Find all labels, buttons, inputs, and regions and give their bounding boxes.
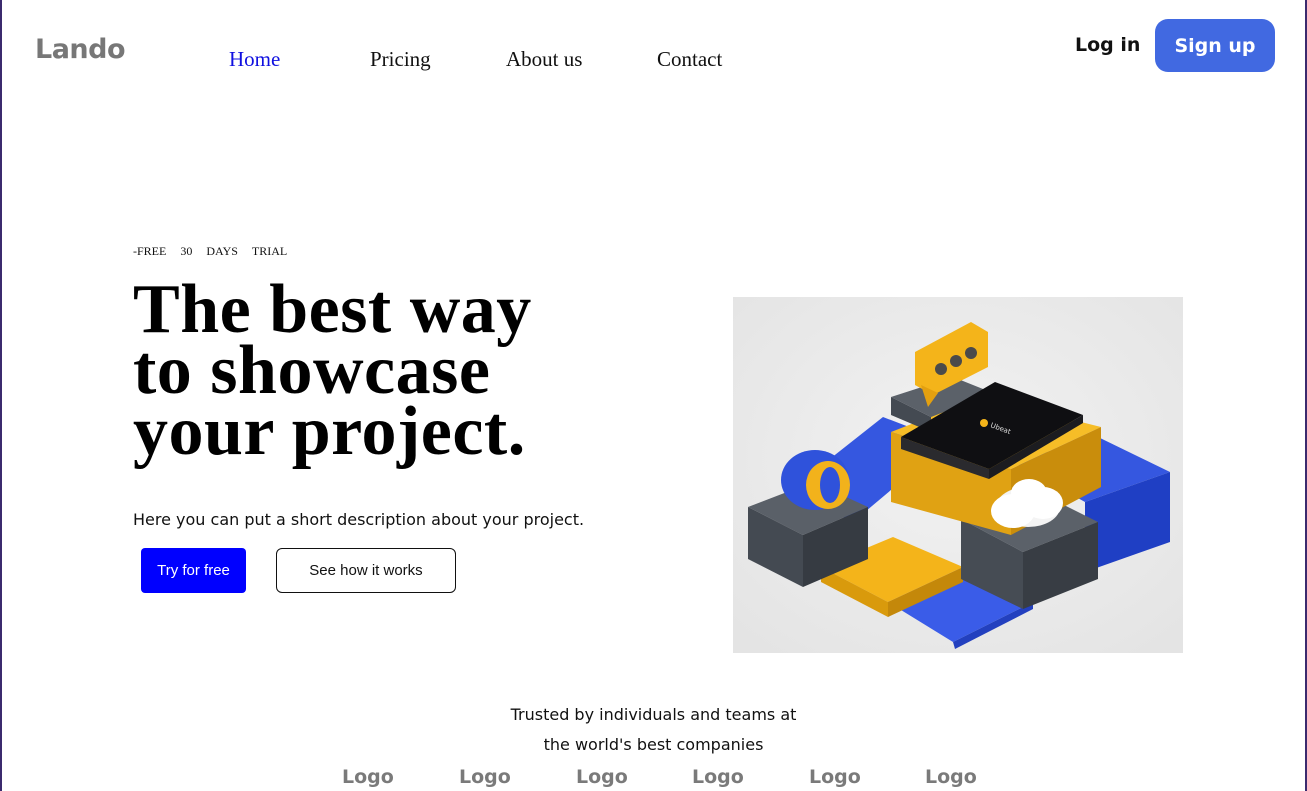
trusted-line-1: Trusted by individuals and teams at [510,705,797,724]
company-logo: Logo [576,766,628,788]
tagline-word: 30 [180,244,193,258]
company-logos: Logo Logo Logo Logo Logo Logo [0,766,1307,791]
nav-home[interactable]: Home [229,47,280,72]
company-logo: Logo [692,766,744,788]
signup-button[interactable]: Sign up [1155,19,1275,72]
nav-about-us[interactable]: About us [506,47,582,72]
company-logo: Logo [342,766,394,788]
trusted-line-2: the world's best companies [543,735,764,754]
headline-line: to showcase [133,332,491,409]
tagline-word: -FREE [133,244,167,258]
trial-tagline: -FREE 30 DAYS TRIAL [133,244,287,259]
company-logo: Logo [459,766,511,788]
hero-illustration: Ubeat [733,297,1183,653]
tagline-word: DAYS [206,244,238,258]
headline-line: your project. [133,393,526,470]
window-edge-left [0,0,2,791]
brand-logo[interactable]: Lando [35,34,126,65]
trusted-by-section: Trusted by individuals and teams at the … [0,700,1307,760]
company-logo: Logo [809,766,861,788]
try-for-free-button[interactable]: Try for free [141,548,246,593]
nav-contact[interactable]: Contact [657,47,722,72]
hero-headline: The best way to showcase your project. [133,271,532,470]
see-how-it-works-button[interactable]: See how it works [276,548,456,593]
nav-pricing[interactable]: Pricing [370,47,431,72]
headline-line: The best way [133,271,532,348]
company-logo: Logo [925,766,977,788]
hero-description: Here you can put a short description abo… [133,510,585,529]
login-button[interactable]: Log in [1075,34,1140,56]
tagline-word: TRIAL [251,244,288,258]
